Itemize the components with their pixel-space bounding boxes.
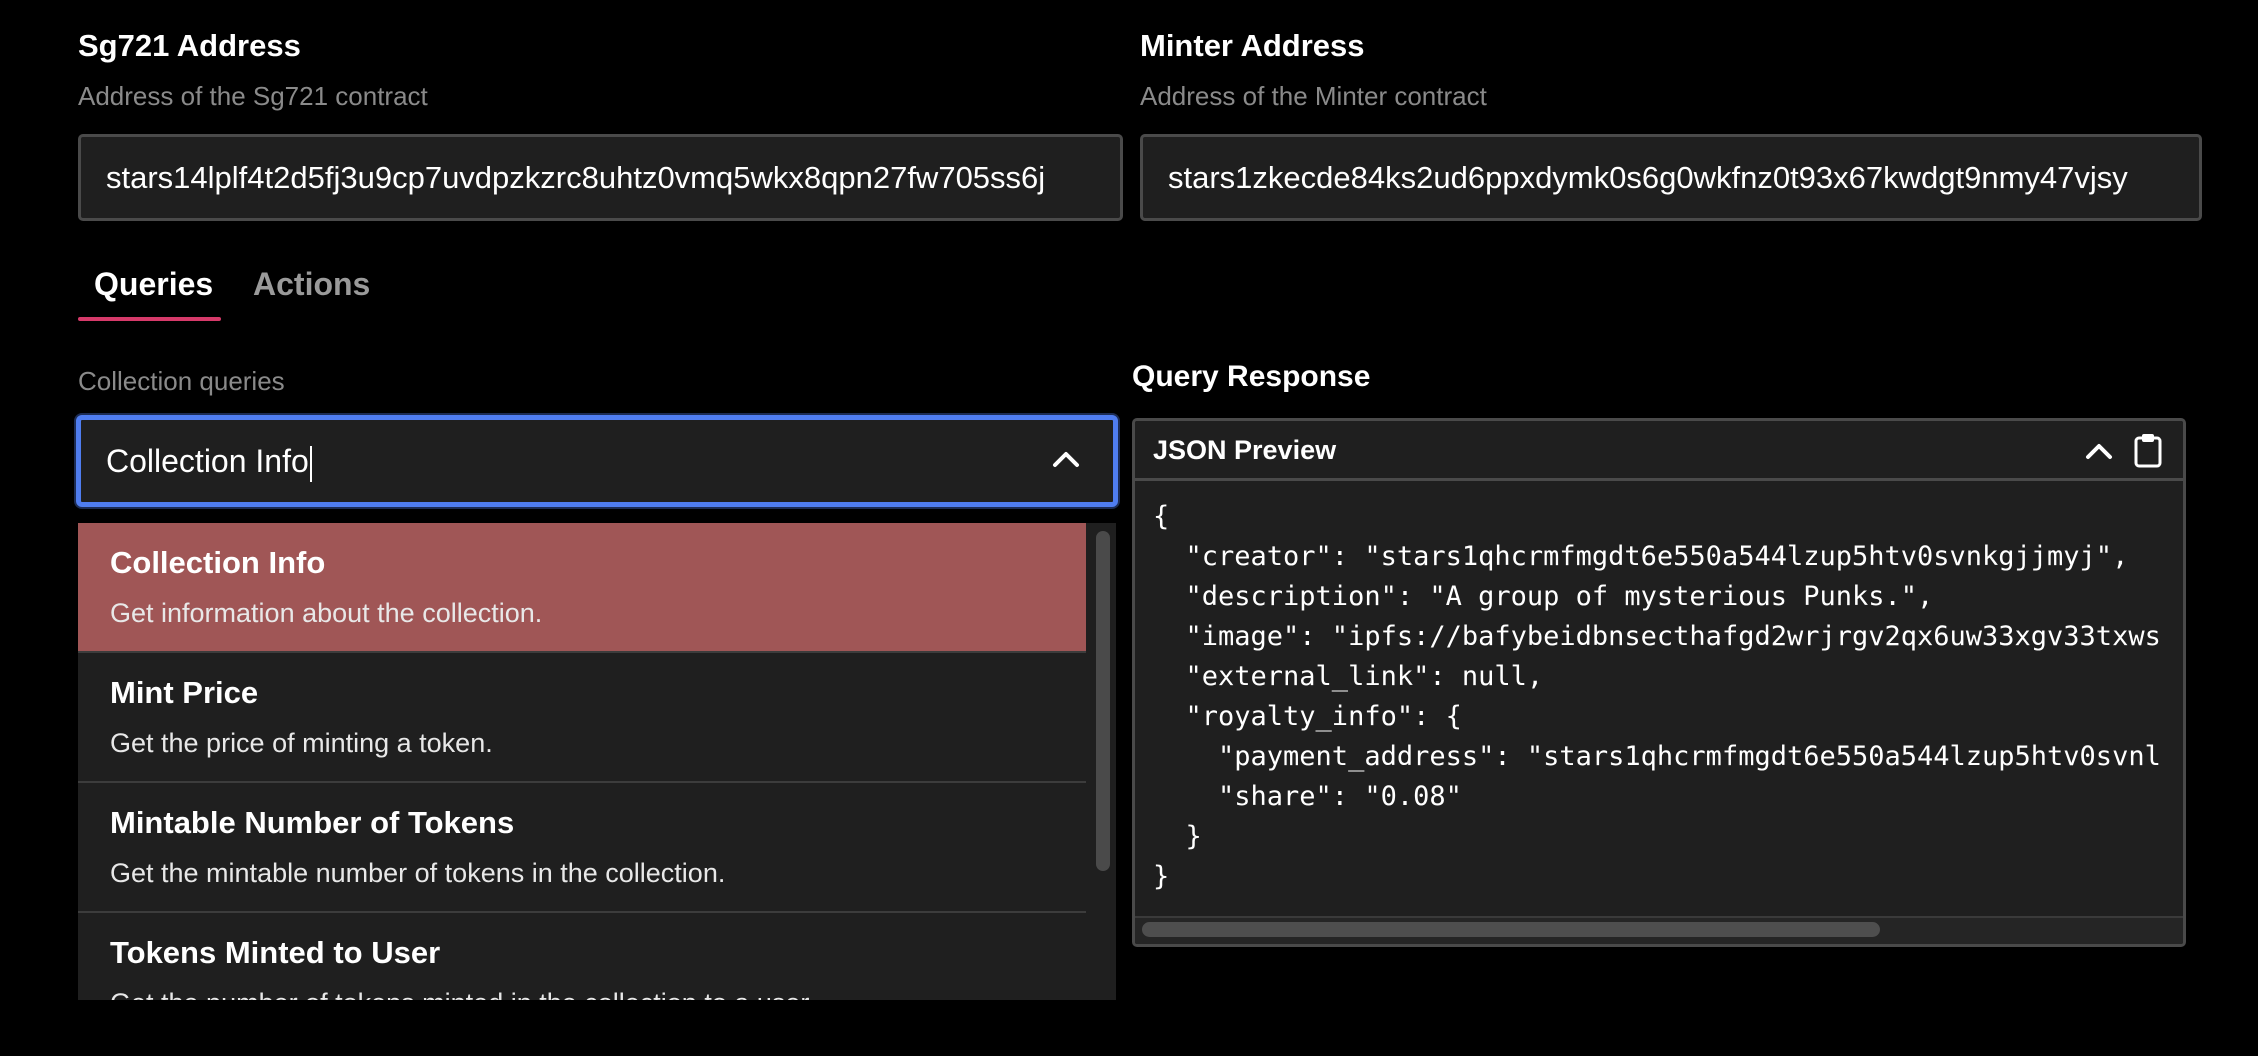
- json-preview-panel: JSON Preview { "creator": "stars1qhcrmfm…: [1132, 418, 2186, 947]
- json-line: "description": "A group of mysterious Pu…: [1153, 581, 1934, 612]
- collection-query-input[interactable]: Collection Info: [106, 420, 312, 502]
- sg721-address-input[interactable]: stars14lplf4t2d5fj3u9cp7uvdpzkzrc8uhtz0v…: [78, 134, 1123, 221]
- option-description: Get the price of minting a token.: [110, 728, 493, 758]
- option-collection-info[interactable]: Collection Info Get information about th…: [78, 523, 1086, 653]
- text-caret: [309, 445, 312, 482]
- tab-queries[interactable]: Queries: [94, 266, 213, 303]
- json-preview-header: JSON Preview: [1135, 421, 2183, 481]
- json-horizontal-scrollbar-thumb[interactable]: [1142, 922, 1880, 937]
- collection-query-dropdown: Collection Info Get information about th…: [78, 523, 1116, 1000]
- minter-address-subtitle: Address of the Minter contract: [1140, 81, 1487, 111]
- sg721-address-subtitle: Address of the Sg721 contract: [78, 81, 428, 111]
- option-description: Get the mintable number of tokens in the…: [110, 858, 726, 888]
- option-title: Mintable Number of Tokens: [110, 805, 515, 840]
- json-line: }: [1153, 821, 1202, 852]
- json-line: "creator": "stars1qhcrmfmgdt6e550a544lzu…: [1153, 541, 2129, 572]
- option-mint-price[interactable]: Mint Price Get the price of minting a to…: [78, 653, 1086, 783]
- minter-address-input[interactable]: stars1zkecde84ks2ud6ppxdymk0s6g0wkfnz0t9…: [1140, 134, 2202, 221]
- option-mintable-number-of-tokens[interactable]: Mintable Number of Tokens Get the mintab…: [78, 783, 1086, 913]
- tab-actions[interactable]: Actions: [253, 266, 370, 303]
- json-preview-content: { "creator": "stars1qhcrmfmgdt6e550a544l…: [1153, 501, 2183, 901]
- json-line: "payment_address": "stars1qhcrmfmgdt6e55…: [1153, 741, 2161, 772]
- json-line: "share": "0.08": [1153, 781, 1462, 812]
- option-description: Get information about the collection.: [110, 598, 543, 628]
- option-tokens-minted-to-user[interactable]: Tokens Minted to User Get the number of …: [78, 913, 1086, 1000]
- json-preview-title: JSON Preview: [1153, 435, 1337, 465]
- collection-queries-label: Collection queries: [78, 366, 285, 396]
- query-response-title: Query Response: [1132, 360, 1371, 393]
- collection-query-combobox[interactable]: Collection Info: [76, 415, 1118, 507]
- tab-active-indicator: [78, 317, 221, 321]
- json-line: {: [1153, 501, 1170, 532]
- chevron-up-icon[interactable]: [1051, 444, 1081, 474]
- json-line: }: [1153, 861, 1170, 892]
- dropdown-scrollbar-thumb[interactable]: [1096, 531, 1110, 871]
- json-line: "image": "ipfs://bafybeidbnsecthafgd2wrj…: [1153, 621, 2161, 652]
- json-line: "external_link": null,: [1153, 661, 1544, 692]
- json-line: "royalty_info": {: [1153, 701, 1462, 732]
- option-title: Tokens Minted to User: [110, 935, 441, 970]
- option-title: Mint Price: [110, 675, 259, 710]
- clipboard-icon[interactable]: [2133, 433, 2163, 469]
- option-title: Collection Info: [110, 545, 326, 580]
- minter-address-title: Minter Address: [1140, 28, 1365, 63]
- chevron-up-icon[interactable]: [2085, 437, 2113, 465]
- sg721-address-title: Sg721 Address: [78, 28, 301, 63]
- option-description: Get the number of tokens minted in the c…: [110, 988, 815, 1000]
